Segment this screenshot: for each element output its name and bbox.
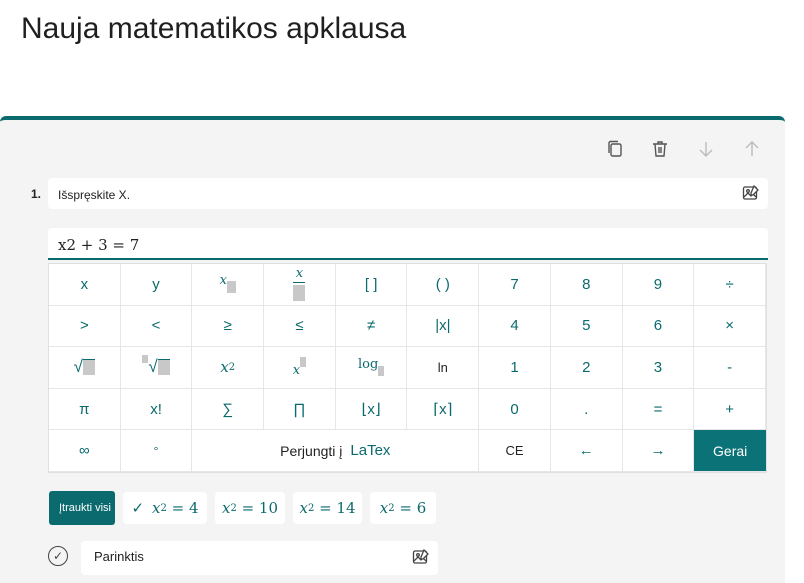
key-2[interactable]: 2 <box>550 347 623 389</box>
question-number: 1. <box>31 187 42 201</box>
chip-base: x <box>152 499 161 517</box>
key-ceil[interactable]: ⌈x⌉ <box>407 388 480 431</box>
key-greater[interactable]: > <box>49 305 121 348</box>
sqrt-icon: √ <box>73 357 84 377</box>
chip-rest: = 4 <box>166 499 199 517</box>
answer-chip-4[interactable]: x2 = 6 <box>370 492 436 524</box>
math-keypad: x y x x [ ] ( ) 7 8 9 ÷ > < ≥ ≤ ≠ |x| 4 … <box>48 263 767 473</box>
placeholder-box <box>300 357 307 368</box>
key-product[interactable]: ∏ <box>264 388 336 431</box>
placeholder-box <box>142 355 149 364</box>
nth-root-icon: √ <box>148 357 158 377</box>
done-button[interactable]: Gerai <box>694 430 766 472</box>
key-divide[interactable]: ÷ <box>694 264 766 306</box>
key-minus[interactable]: - <box>694 347 766 389</box>
key-nth-root[interactable]: √ <box>120 347 193 389</box>
key-4[interactable]: 4 <box>479 305 551 348</box>
latex-label: LaTex <box>350 442 391 460</box>
key-infinity[interactable]: ∞ <box>49 430 121 472</box>
chip-rest: = 14 <box>314 499 356 517</box>
insert-image-icon[interactable] <box>742 184 760 202</box>
math-expression-input[interactable]: x2 + 3 = 7 <box>48 228 768 260</box>
chip-rest: = 10 <box>236 499 279 517</box>
key-9[interactable]: 9 <box>622 264 695 306</box>
key-not-equal[interactable]: ≠ <box>335 305 408 348</box>
page-title: Nauja matematikos apklausa <box>21 12 407 45</box>
key-power[interactable]: x <box>264 347 336 389</box>
key-square-exp: 2 <box>228 361 236 373</box>
key-3[interactable]: 3 <box>622 347 695 389</box>
key-power-base: x <box>292 362 301 378</box>
key-less-equal[interactable]: ≤ <box>264 305 336 348</box>
key-floor[interactable]: ⌊x⌋ <box>335 388 408 431</box>
key-degree[interactable]: ° <box>120 430 193 472</box>
key-x[interactable]: x <box>49 264 121 306</box>
key-5[interactable]: 5 <box>550 305 623 348</box>
key-greater-equal[interactable]: ≥ <box>192 305 265 348</box>
key-less[interactable]: < <box>120 305 193 348</box>
key-1[interactable]: 1 <box>479 347 551 389</box>
key-subscript[interactable]: x <box>192 264 265 306</box>
toggle-latex-label: Perjungti į <box>280 442 343 459</box>
key-subscript-base: x <box>219 272 227 288</box>
key-sqrt[interactable]: √ <box>49 347 121 389</box>
option-field[interactable]: Parinktis <box>81 541 438 575</box>
insert-all-button[interactable]: Įtraukti visi <box>49 491 115 525</box>
key-8[interactable]: 8 <box>550 264 623 306</box>
key-log-label: log <box>357 356 379 372</box>
arrow-down-icon[interactable] <box>695 138 717 160</box>
answer-chip-1[interactable]: ✓ x2 = 4 <box>123 492 207 524</box>
key-square-brackets[interactable]: [ ] <box>335 264 408 306</box>
key-arrow-left[interactable]: ← <box>550 430 623 472</box>
placeholder-box <box>293 285 306 302</box>
trash-icon[interactable] <box>649 138 671 160</box>
key-7[interactable]: 7 <box>479 264 551 306</box>
math-expression: x2 + 3 = 7 <box>58 236 140 254</box>
insert-image-icon[interactable] <box>412 548 430 566</box>
chip-base: x <box>379 499 389 517</box>
key-absolute[interactable]: |x| <box>407 305 480 348</box>
key-plus[interactable]: + <box>694 388 766 431</box>
key-square-base: x <box>220 358 229 377</box>
key-multiply[interactable]: × <box>694 305 766 348</box>
key-fraction[interactable]: x <box>264 264 336 306</box>
placeholder-box <box>157 359 170 376</box>
key-factorial[interactable]: x! <box>120 388 193 431</box>
answer-chip-2[interactable]: x2 = 10 <box>215 492 285 524</box>
placeholder-box <box>226 281 236 294</box>
key-clear-entry[interactable]: CE <box>479 430 551 472</box>
option-text: Parinktis <box>94 549 144 564</box>
key-sum[interactable]: ∑ <box>192 388 265 431</box>
key-pi[interactable]: π <box>49 388 121 431</box>
key-6[interactable]: 6 <box>622 305 695 348</box>
placeholder-box <box>83 359 96 376</box>
key-log[interactable]: log <box>335 347 408 389</box>
correct-answer-check-icon[interactable]: ✓ <box>48 546 68 566</box>
check-icon: ✓ <box>131 499 145 517</box>
key-parentheses[interactable]: ( ) <box>407 264 480 306</box>
chip-rest: = 6 <box>394 499 427 517</box>
arrow-up-icon[interactable] <box>741 138 763 160</box>
key-square[interactable]: x2 <box>192 347 265 389</box>
copy-icon[interactable] <box>604 138 626 160</box>
key-y[interactable]: y <box>120 264 193 306</box>
key-equals[interactable]: = <box>622 388 695 431</box>
placeholder-box <box>378 366 385 377</box>
key-ln[interactable]: ln <box>407 347 480 389</box>
key-arrow-right[interactable]: → <box>622 430 695 472</box>
answer-chip-3[interactable]: x2 = 14 <box>293 492 362 524</box>
fraction-bar <box>293 282 306 284</box>
toggle-latex-button[interactable]: Perjungti į LaTex <box>192 430 480 472</box>
chip-base: x <box>221 499 231 517</box>
chip-base: x <box>299 499 308 517</box>
key-0[interactable]: 0 <box>479 388 551 431</box>
question-text: Išspręskite X. <box>58 188 131 202</box>
question-field[interactable]: Išspręskite X. <box>48 178 768 209</box>
key-fraction-num: x <box>295 266 304 282</box>
key-dot[interactable]: . <box>550 388 623 431</box>
